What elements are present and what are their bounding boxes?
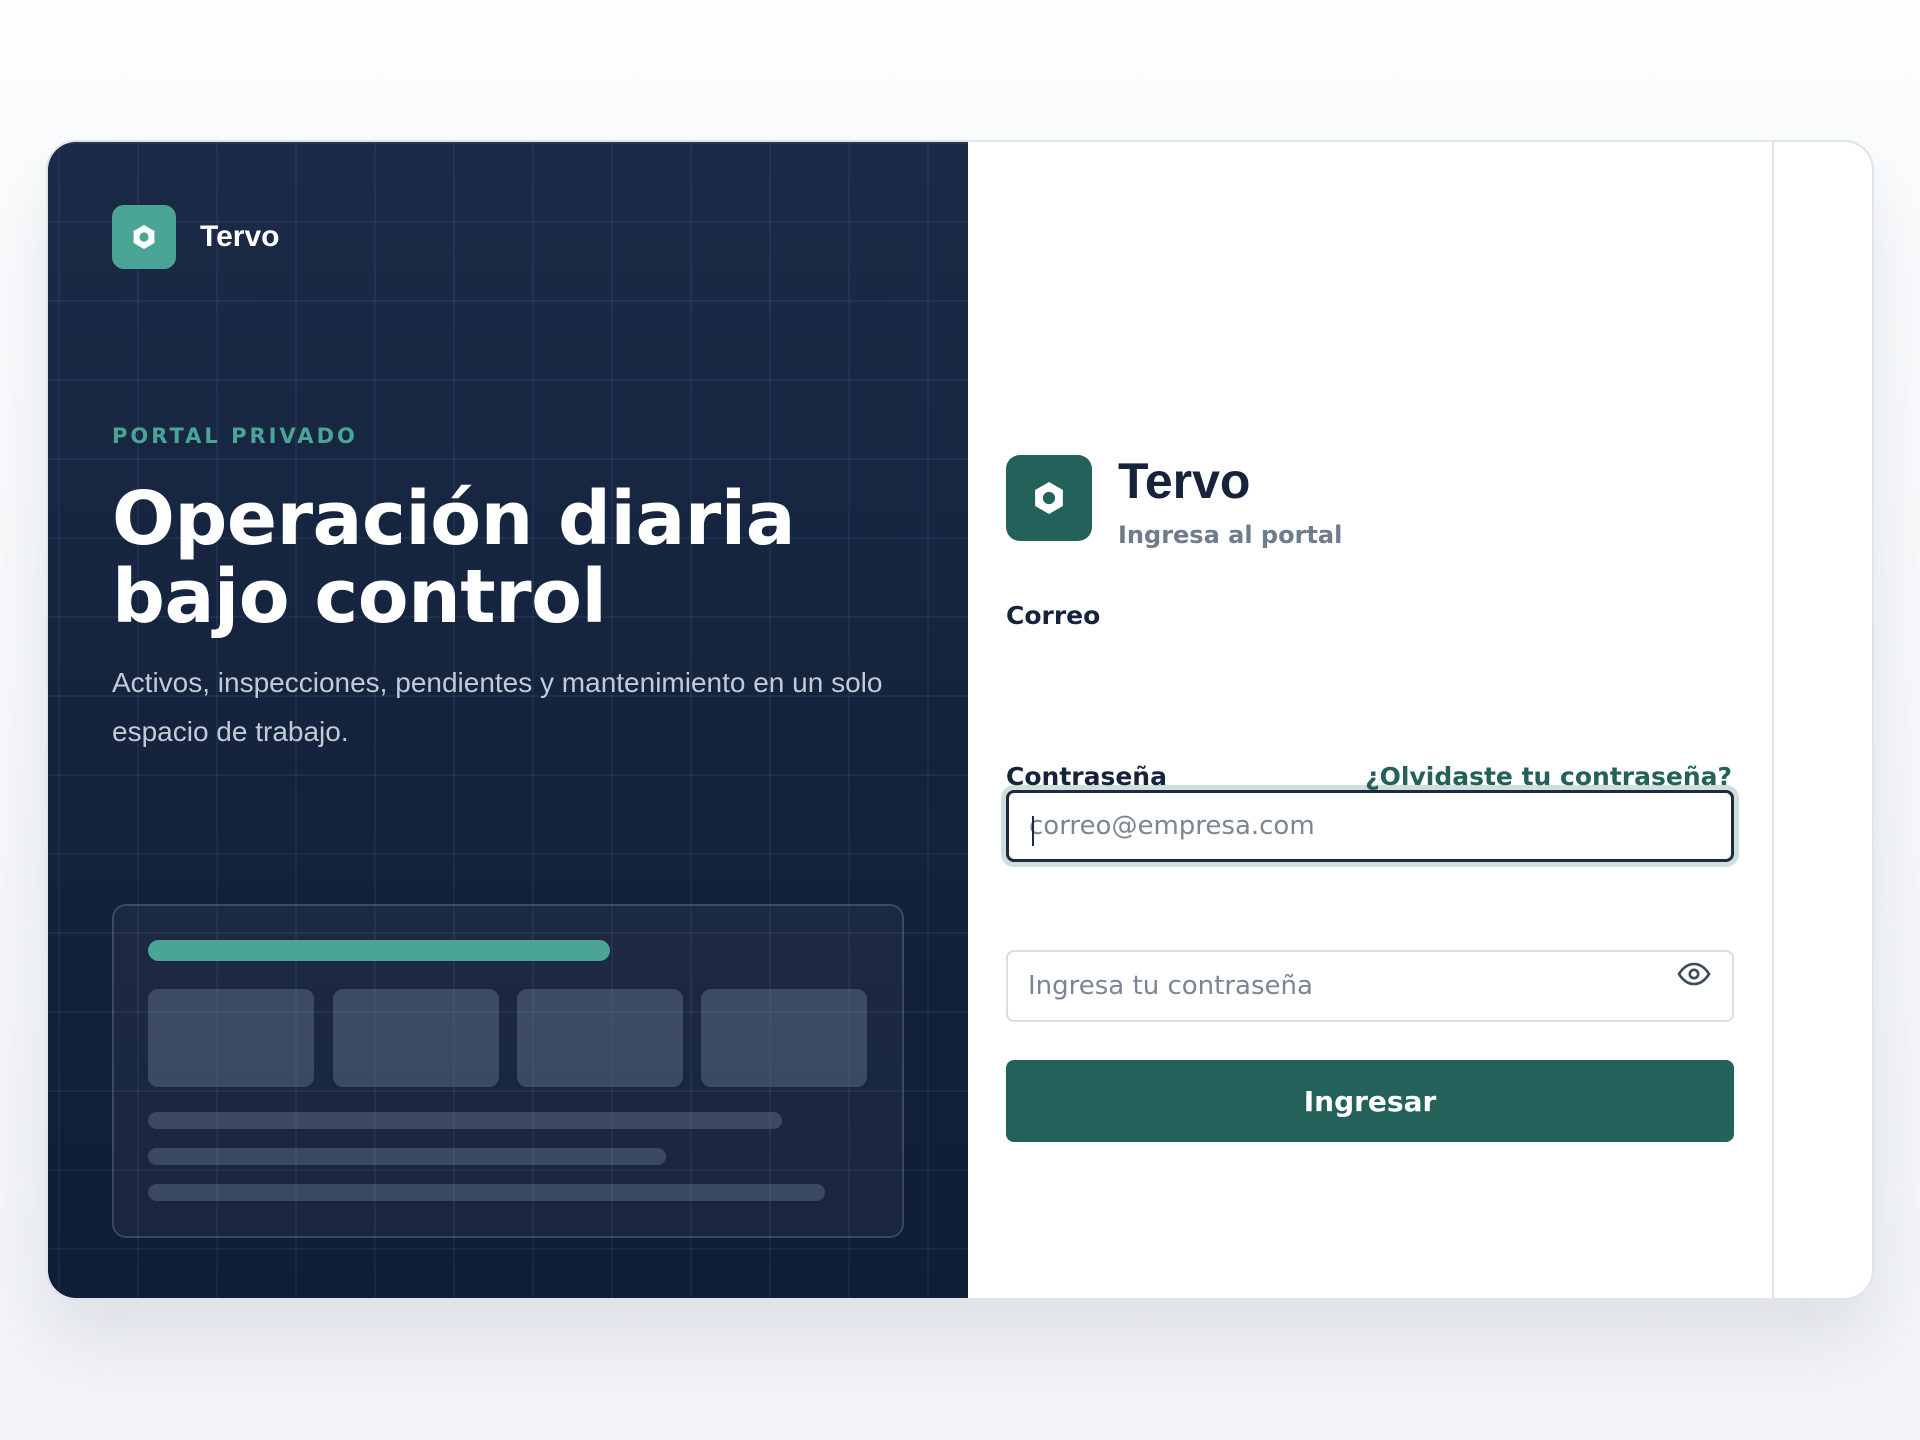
illustration-progress-bar [148,940,610,961]
hero-title: Operación diaria bajo control [112,476,796,640]
illustration-tile [517,989,683,1087]
password-label: Contraseña [1006,762,1167,791]
text-caret [1032,816,1034,846]
illustration-line [148,1112,782,1129]
form-title: Tervo [1118,453,1251,509]
hero-panel: Tervo PORTAL PRIVADO Operación diaria ba… [48,142,968,1298]
login-form-panel: Tervo Ingresa al portal Correo Contraseñ… [968,142,1774,1298]
email-field[interactable] [1006,790,1734,862]
hero-brand: Tervo [112,205,279,269]
illustration-tile [333,989,499,1087]
hexagon-icon [112,205,176,269]
illustration-line [148,1184,825,1201]
illustration-line [148,1148,666,1165]
hero-brand-name: Tervo [200,220,280,253]
login-card: Tervo PORTAL PRIVADO Operación diaria ba… [46,140,1874,1300]
eye-icon[interactable] [1675,955,1713,993]
form-subtitle: Ingresa al portal [1118,521,1343,549]
forgot-password-link[interactable]: ¿Olvidaste tu contraseña? [1365,762,1732,791]
hero-eyebrow: PORTAL PRIVADO [112,424,358,448]
password-field[interactable] [1006,950,1734,1022]
form-brand: Tervo Ingresa al portal [1006,453,1343,549]
illustration-tile [701,989,867,1087]
hero-subtitle: Activos, inspecciones, pendientes y mant… [112,667,883,747]
submit-button[interactable]: Ingresar [1006,1060,1734,1142]
email-label: Correo [1006,601,1101,630]
illustration-tile [148,989,314,1087]
hexagon-icon [1006,455,1092,541]
dashboard-illustration [112,904,904,1238]
